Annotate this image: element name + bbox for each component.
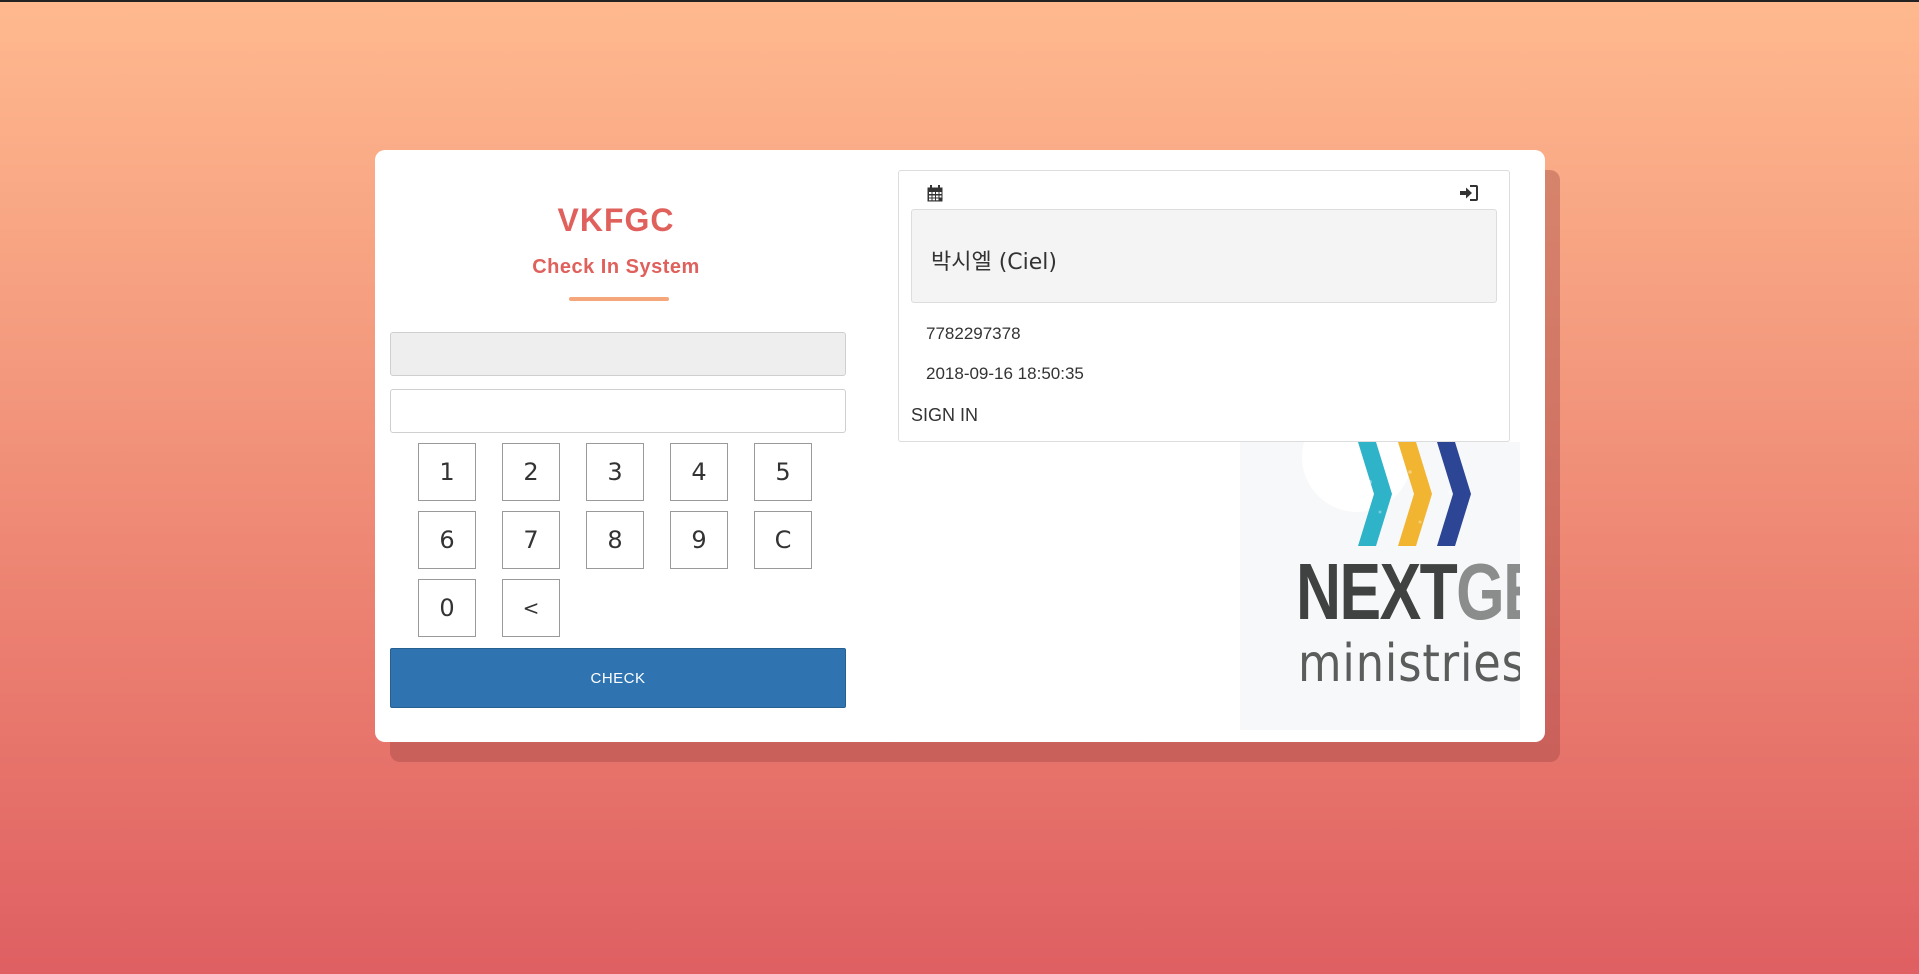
keypad-key-5[interactable]: 5 xyxy=(754,443,812,501)
keypad-key-6[interactable]: 6 xyxy=(418,511,476,569)
title-divider xyxy=(569,297,669,301)
keypad-key-7[interactable]: 7 xyxy=(502,511,560,569)
checkin-timestamp: 2018-09-16 18:50:35 xyxy=(926,364,1084,383)
app-title: VKFGC xyxy=(557,202,675,238)
member-phone: 7782297378 xyxy=(926,324,1021,343)
logo-tagline: ministries xyxy=(1298,634,1520,694)
keypad-clear-key[interactable]: C xyxy=(754,511,812,569)
keypad-key-3[interactable]: 3 xyxy=(586,443,644,501)
keypad-key-2[interactable]: 2 xyxy=(502,443,560,501)
keypad-key-1[interactable]: 1 xyxy=(418,443,476,501)
nextgen-ministries-logo: NEXTGEN ministries xyxy=(1240,442,1520,730)
member-name-box: 박시엘 (Ciel) xyxy=(911,209,1497,303)
sign-in-icon xyxy=(1459,183,1479,203)
chevrons-logo-icon xyxy=(1358,442,1471,546)
check-button[interactable]: CHECK xyxy=(390,648,846,708)
keypad-key-9[interactable]: 9 xyxy=(670,511,728,569)
phone-input[interactable] xyxy=(390,389,846,433)
name-display-field xyxy=(390,332,846,376)
logo-wordmark: NEXTGEN xyxy=(1296,547,1520,636)
keypad-key-8[interactable]: 8 xyxy=(586,511,644,569)
checkin-card: VKFGC Check In System 1 2 3 4 5 6 7 8 9 … xyxy=(375,150,1545,742)
keypad-backspace-key[interactable]: < xyxy=(502,579,560,637)
member-name: 박시엘 (Ciel) xyxy=(931,250,1058,275)
calendar-icon xyxy=(925,183,945,203)
keypad-key-0[interactable]: 0 xyxy=(418,579,476,637)
checkin-record-panel: 박시엘 (Ciel) 7782297378 2018-09-16 18:50:3… xyxy=(898,170,1510,442)
checkin-status: SIGN IN xyxy=(911,405,979,425)
keypad-key-4[interactable]: 4 xyxy=(670,443,728,501)
app-subtitle: Check In System xyxy=(532,256,700,278)
